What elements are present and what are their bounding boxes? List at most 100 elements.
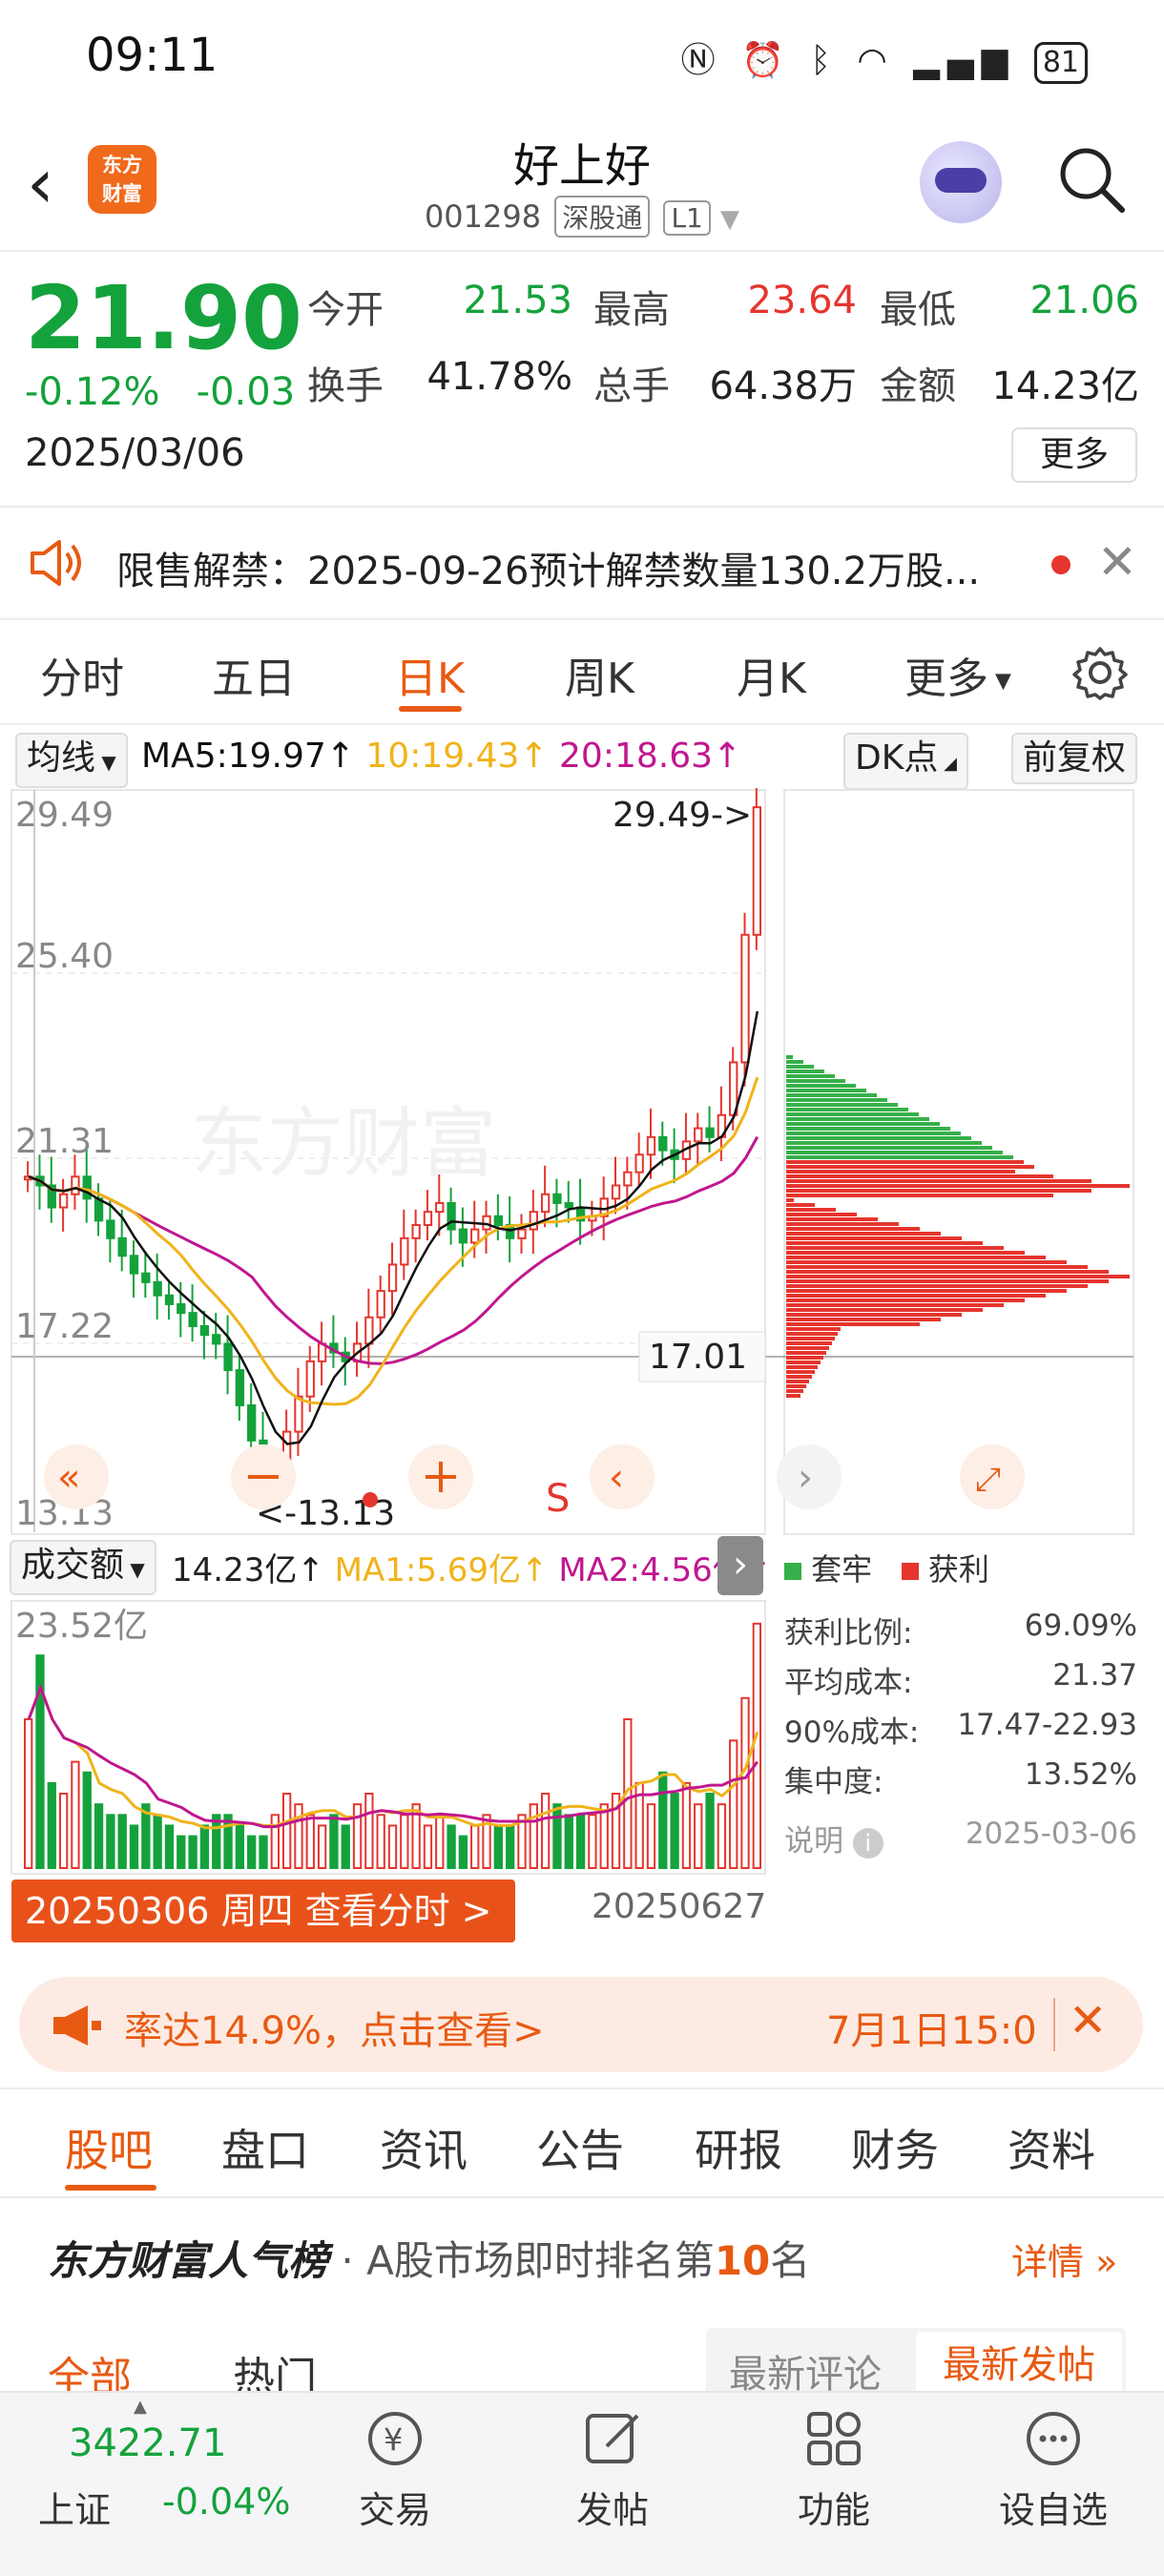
volume-bar <box>752 1622 762 1870</box>
nav-post-label: 发帖 <box>575 2489 649 2531</box>
promo-text[interactable]: 率达14.9%，点击查看> <box>124 2000 545 2055</box>
nav-functions[interactable]: 功能 <box>758 2404 910 2533</box>
chip-bar <box>786 1284 1088 1288</box>
tab-monthly-k[interactable]: 月K <box>737 644 806 705</box>
chip-bar <box>786 1117 929 1121</box>
chip-bar <box>786 1361 821 1364</box>
chip-row-label: 获利比例: <box>784 1616 913 1651</box>
volume-bar <box>400 1814 409 1869</box>
trapped-swatch <box>784 1563 801 1580</box>
dk-point-button[interactable]: DK点 ◢ <box>843 733 968 790</box>
chip-bar <box>786 1074 835 1078</box>
volume-selector[interactable]: 成交额 ▼ <box>10 1540 156 1595</box>
candle-body <box>177 1302 186 1315</box>
close-banner-icon[interactable]: ✕ <box>1069 1994 1107 2047</box>
prev-icon[interactable]: ‹ <box>590 1444 655 1509</box>
nav-functions-label: 功能 <box>797 2489 870 2531</box>
scroll-left-icon[interactable]: « <box>44 1444 109 1509</box>
tab-weekly-k[interactable]: 周K <box>565 644 634 705</box>
tab-more-label: 更多 <box>904 654 988 703</box>
tab-announcement[interactable]: 公告 <box>536 2116 624 2179</box>
chip-bar <box>786 1198 794 1202</box>
chip-bar <box>786 1337 835 1340</box>
chip-bar <box>786 1270 1109 1274</box>
chip-bar <box>786 1189 1091 1193</box>
candle-body <box>387 1263 398 1293</box>
search-icon[interactable] <box>1057 145 1126 214</box>
ma5-value: MA5:19.97↑ <box>141 737 355 776</box>
info-icon: i <box>852 1828 883 1859</box>
zoom-out-icon[interactable] <box>231 1444 296 1509</box>
chip-note-row[interactable]: 说明 i 2025-03-06 <box>784 1817 1137 1859</box>
tab-intraday[interactable]: 分时 <box>40 644 124 705</box>
expand-icon[interactable]: ⤢ <box>960 1444 1025 1509</box>
nav-add-watchlist-label: 设自选 <box>998 2489 1108 2531</box>
tab-guba[interactable]: 股吧 <box>65 2116 153 2179</box>
kline-chart[interactable]: 东方财富 29.49 25.40 21.31 17.22 13.13 29.49… <box>10 788 1139 1538</box>
tab-news[interactable]: 资讯 <box>380 2116 468 2179</box>
volume-bars <box>24 1622 762 1870</box>
stat-value-turnover: 41.78% <box>426 355 572 399</box>
chip-bar <box>786 1256 1046 1259</box>
candle-body <box>423 1211 433 1226</box>
tab-five-day[interactable]: 五日 <box>212 644 296 705</box>
stat-label: 今开 <box>307 288 384 332</box>
chip-row: 平均成本: 21.37 <box>784 1658 1137 1701</box>
nav-add-watchlist[interactable]: 设自选 <box>977 2404 1130 2533</box>
candle-body <box>552 1193 562 1204</box>
candle-body <box>493 1215 504 1226</box>
collapse-panel-button[interactable]: › <box>717 1536 763 1595</box>
chip-bar <box>786 1380 809 1383</box>
popularity-rank[interactable]: 东方财富人气榜 · A股市场即时排名第10名 <box>48 2229 810 2287</box>
active-tab-indicator <box>65 2185 156 2191</box>
candle-body <box>411 1223 421 1239</box>
view-intraday-button[interactable]: 20250306 周四 查看分时 > <box>11 1880 515 1942</box>
candle-body <box>540 1193 551 1214</box>
unlock-notice[interactable]: 限售解禁：2025-09-26预计解禁数量130.2万股... <box>116 540 980 595</box>
ma-selector[interactable]: 均线 ▼ <box>15 733 128 788</box>
tab-profile[interactable]: 资料 <box>1008 2116 1095 2179</box>
tab-daily-k[interactable]: 日K <box>395 644 465 705</box>
volume-bar <box>247 1835 257 1869</box>
tab-research[interactable]: 研报 <box>695 2116 782 2179</box>
profit-legend: 获利 <box>927 1551 989 1588</box>
nav-trade[interactable]: ¥ 交易 <box>319 2404 471 2533</box>
chip-bar <box>786 1146 992 1150</box>
volume-bar <box>58 1793 69 1869</box>
tab-more[interactable]: 更多 ▼ <box>904 644 1011 705</box>
candle-body <box>71 1175 80 1195</box>
volume-bar <box>305 1814 315 1869</box>
volume-bar <box>188 1835 197 1869</box>
volume-bar <box>694 1803 703 1869</box>
volume-value: 14.23亿↑ <box>172 1551 324 1589</box>
chip-bar <box>786 1227 920 1231</box>
candle-body <box>705 1127 715 1138</box>
settings-gear-icon[interactable] <box>1072 645 1128 700</box>
candle-body <box>458 1228 468 1244</box>
adjust-button[interactable]: 前复权 <box>1011 733 1138 784</box>
zoom-in-icon[interactable] <box>408 1444 473 1509</box>
alarm-icon: ⏰ <box>741 41 792 80</box>
divider <box>1053 1998 1055 2051</box>
candle-body <box>117 1236 127 1257</box>
close-icon[interactable]: ✕ <box>1097 534 1137 590</box>
tab-finance[interactable]: 财务 <box>851 2116 939 2179</box>
tab-pankou[interactable]: 盘口 <box>221 2116 309 2179</box>
chip-bar <box>786 1208 836 1212</box>
candle-body <box>106 1219 115 1239</box>
chip-distribution <box>786 1055 1130 1398</box>
dropdown-icon[interactable]: ▼ <box>720 205 739 234</box>
candle-body <box>376 1290 385 1319</box>
volume-bar <box>493 1824 504 1869</box>
sort-latest-post[interactable]: 最新发帖 <box>916 2332 1122 2399</box>
volume-bar <box>658 1771 668 1870</box>
assistant-robot-icon[interactable] <box>920 141 1002 223</box>
nav-post[interactable]: 发帖 <box>536 2404 689 2533</box>
rank-detail-link[interactable]: 详情 » <box>1011 2233 1117 2285</box>
chip-bar <box>786 1375 812 1379</box>
ma-selector-label: 均线 <box>27 738 96 778</box>
index-value[interactable]: 3422.71 <box>69 2421 226 2465</box>
candle-body <box>634 1153 644 1174</box>
more-stats-button[interactable]: 更多 <box>1011 427 1137 483</box>
next-icon[interactable]: › <box>777 1444 842 1509</box>
